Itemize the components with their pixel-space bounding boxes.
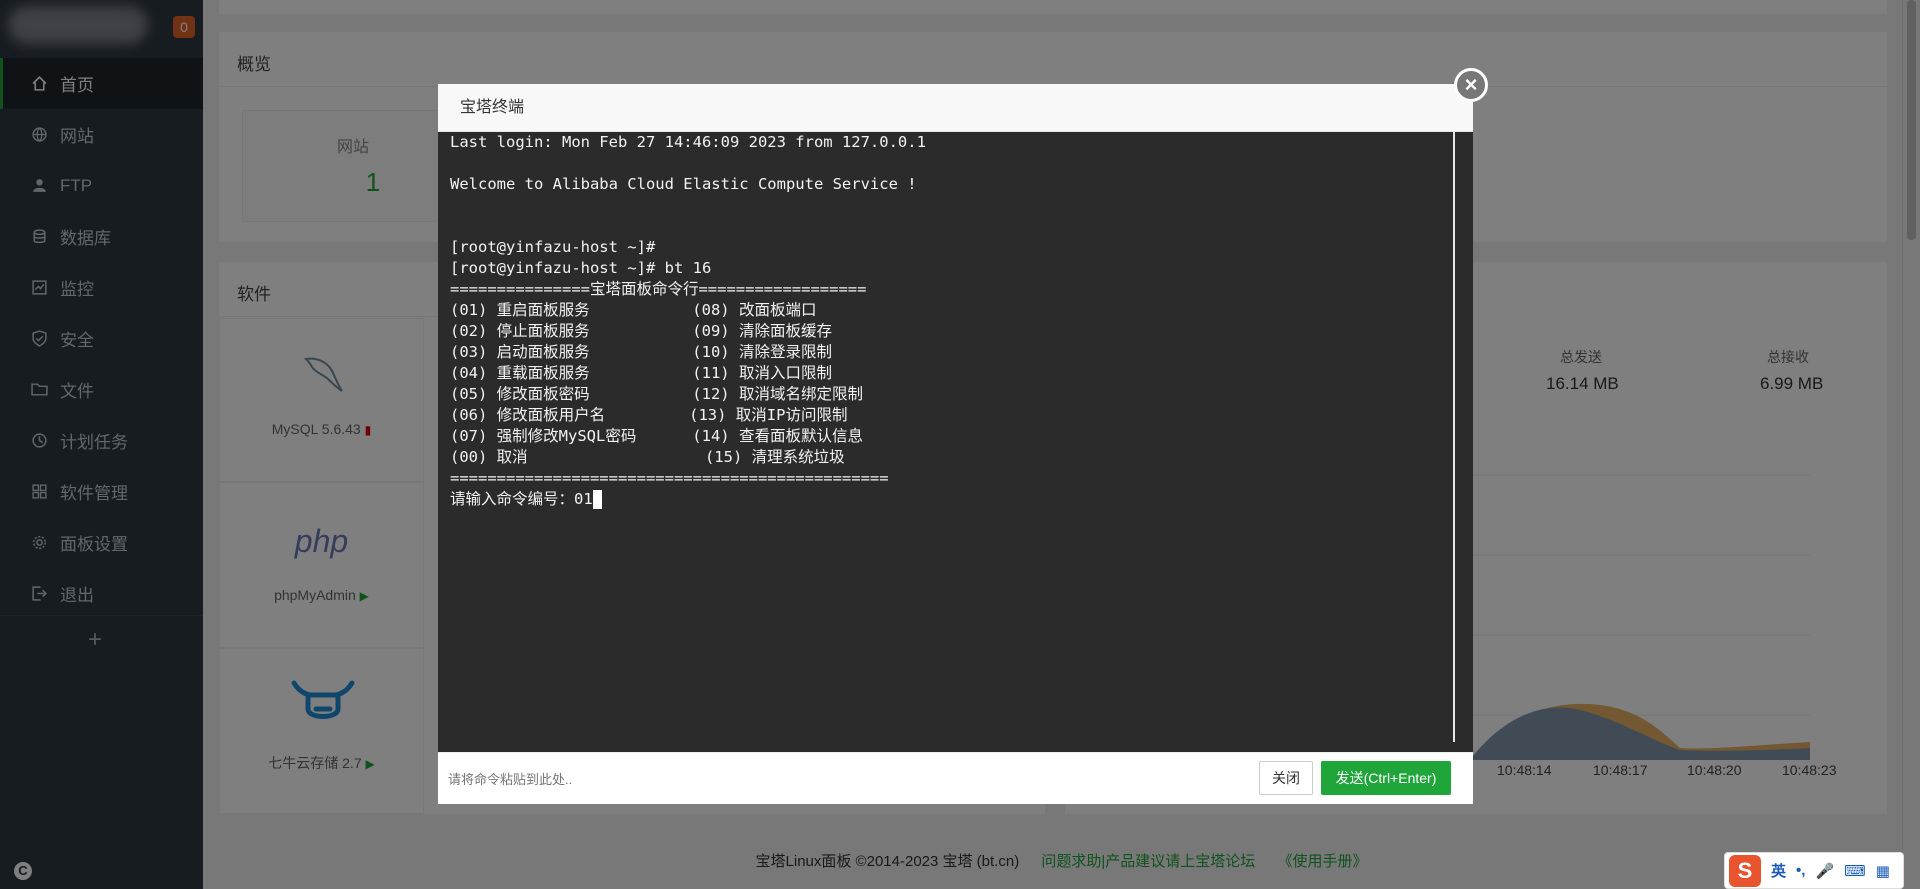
terminal-line: (03) 启动面板服务 (10) 清除登录限制: [450, 343, 832, 361]
grid-menu-icon[interactable]: ▦: [1876, 862, 1890, 880]
punctuation-icon[interactable]: •,: [1796, 862, 1805, 879]
sogou-logo-icon[interactable]: S: [1729, 854, 1761, 887]
terminal-line: (05) 修改面板密码 (12) 取消域名绑定限制: [450, 385, 863, 403]
ime-language[interactable]: 英: [1771, 860, 1786, 881]
terminal-line: [root@yinfazu-host ~]#: [450, 238, 656, 256]
modal-title: 宝塔终端: [438, 84, 1473, 132]
terminal-line: (01) 重启面板服务 (08) 改面板端口: [450, 301, 817, 319]
terminal-output[interactable]: Last login: Mon Feb 27 14:46:09 2023 fro…: [438, 132, 1473, 752]
terminal-scrollbar[interactable]: [1453, 132, 1455, 742]
terminal-line: (06) 修改面板用户名 (13) 取消IP访问限制: [450, 406, 848, 424]
prompt-text: 请输入命令编号：01: [450, 490, 593, 508]
command-input[interactable]: [448, 765, 1088, 793]
modal-footer: 关闭 发送(Ctrl+Enter): [438, 752, 1473, 804]
terminal-line: (04) 重载面板服务 (11) 取消入口限制: [450, 364, 832, 382]
close-icon[interactable]: ×: [1454, 68, 1488, 102]
terminal-line: (02) 停止面板服务 (09) 清除面板缓存: [450, 322, 832, 340]
microphone-icon[interactable]: 🎤: [1815, 862, 1834, 880]
terminal-modal: 宝塔终端 Last login: Mon Feb 27 14:46:09 202…: [438, 84, 1473, 804]
terminal-line: ========================================…: [450, 469, 889, 487]
close-button[interactable]: 关闭: [1259, 761, 1313, 795]
terminal-line: (00) 取消 (15) 清理系统垃圾: [450, 448, 845, 466]
terminal-line: [root@yinfazu-host ~]# bt 16: [450, 259, 712, 277]
ime-toolbar[interactable]: S 英 •, 🎤 ⌨ ▦: [1724, 852, 1904, 889]
terminal-prompt: 请输入命令编号：01: [450, 489, 1473, 510]
terminal-line: ===============宝塔面板命令行==================: [450, 280, 867, 298]
keyboard-icon[interactable]: ⌨: [1844, 862, 1866, 880]
terminal-cursor: [592, 490, 602, 509]
terminal-lines: Last login: Mon Feb 27 14:46:09 2023 fro…: [450, 132, 1473, 489]
terminal-line: Last login: Mon Feb 27 14:46:09 2023 fro…: [450, 133, 926, 151]
terminal-line: (07) 强制修改MySQL密码 (14) 查看面板默认信息: [450, 427, 863, 445]
send-button[interactable]: 发送(Ctrl+Enter): [1321, 761, 1451, 795]
terminal-line: Welcome to Alibaba Cloud Elastic Compute…: [450, 175, 917, 193]
